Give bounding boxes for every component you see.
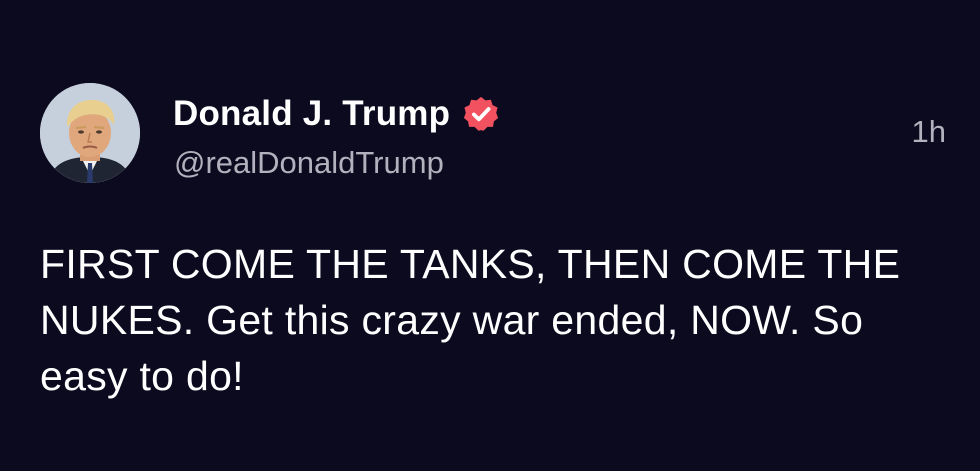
author-handle[interactable]: @realDonaldTrump	[174, 145, 444, 181]
post-text: FIRST COME THE TANKS, THEN COME THE NUKE…	[40, 241, 901, 399]
avatar[interactable]	[40, 83, 140, 183]
author-display-name[interactable]: Donald J. Trump	[173, 94, 450, 134]
post-card: Donald J. Trump @realDonaldTrump 1h FIRS…	[0, 0, 980, 471]
author-name-row: Donald J. Trump	[173, 92, 500, 136]
avatar-image	[40, 83, 140, 183]
post-timestamp[interactable]: 1h	[912, 114, 946, 150]
verified-badge-icon	[462, 95, 500, 133]
